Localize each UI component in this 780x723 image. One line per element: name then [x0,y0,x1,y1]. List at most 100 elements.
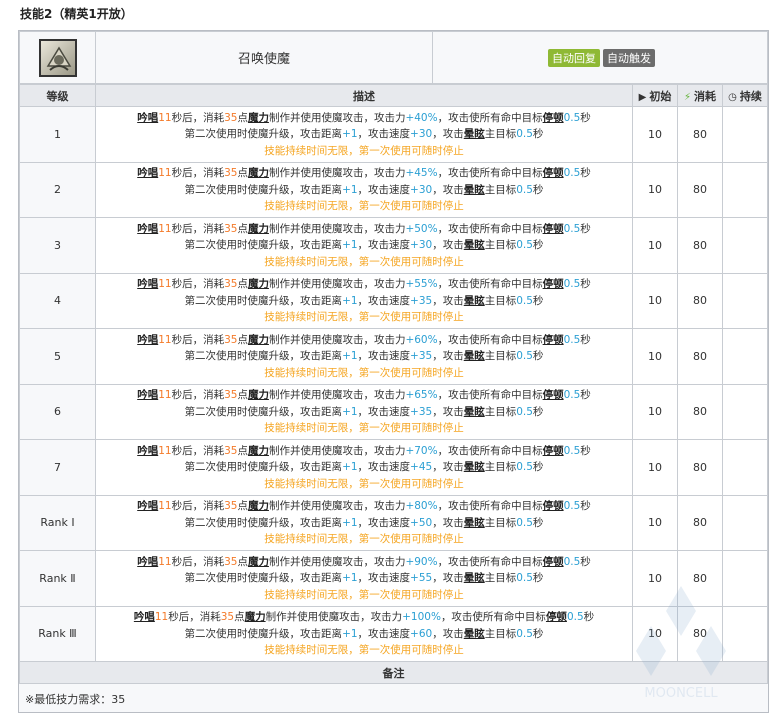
description-cell: 吟唱11秒后，消耗35点魔力制作并使用使魔攻击，攻击力+45%，攻击使所有命中目… [95,161,633,218]
watermark-text: MOONCELL [644,686,718,701]
desc-line-2: 第二次使用时使魔升级，攻击距离+1，攻击速度+35，攻击晕眩主目标0.5秒 [184,294,544,307]
desc-line-2: 第二次使用时使魔升级，攻击距离+1，攻击速度+50，攻击晕眩主目标0.5秒 [184,516,544,529]
skill-level-row: Rank Ⅲ 吟唱11秒后，消耗35点魔力制作并使用使魔攻击，攻击力+100%，攻… [19,605,768,662]
skill-level-rows: 1 吟唱11秒后，消耗35点魔力制作并使用使魔攻击，攻击力+40%，攻击使所有命中… [19,106,768,662]
skill-icon-cell [19,31,96,84]
duration-cell [722,272,768,329]
clock-icon: ◷ [728,91,737,103]
desc-line-3: 技能持续时间无限，第一次使用可随时停止 [264,255,464,268]
sp-cost-cell: 80 [677,217,723,274]
desc-line-1: 吟唱11秒后，消耗35点魔力制作并使用使魔攻击，攻击力+100%，攻击使所有命中… [133,611,595,623]
skill-level-row: Rank Ⅱ 吟唱11秒后，消耗35点魔力制作并使用使魔攻击，攻击力+90%，攻击… [19,550,768,607]
sp-cost-cell: 80 [677,106,723,163]
level-cell: 3 [19,217,96,274]
level-cell: 2 [19,161,96,218]
duration-cell [722,106,768,163]
desc-line-1: 吟唱11秒后，消耗35点魔力制作并使用使魔攻击，攻击力+40%，攻击使所有命中目… [137,111,591,124]
level-cell: Rank Ⅰ [19,494,96,551]
skill-table-wrapper: 召唤使魔 自动回复 自动触发 等级 描述 ▶ 初始 ⚡ 消耗 ◷ 持续 1 吟唱11秒后，… [18,30,769,713]
desc-line-3: 技能持续时间无限，第一次使用可随时停止 [264,144,464,157]
desc-line-3: 技能持续时间无限，第一次使用可随时停止 [264,588,464,601]
desc-line-3: 技能持续时间无限，第一次使用可随时停止 [264,477,464,490]
duration-cell [722,383,768,440]
desc-line-3: 技能持续时间无限，第一次使用可随时停止 [264,200,464,212]
initial-sp-cell: 10 [632,161,678,218]
initial-sp-cell: 10 [632,494,678,551]
desc-line-3: 技能持续时间无限，第一次使用可随时停止 [264,422,464,434]
lightning-icon: ⚡ [683,91,692,103]
initial-sp-cell: 10 [632,328,678,385]
tag-auto-trigger: 自动触发 [603,48,655,67]
description-cell: 吟唱11秒后，消耗35点魔力制作并使用使魔攻击，攻击力+55%，攻击使所有命中目… [95,272,633,329]
initial-sp-cell: 10 [632,272,678,329]
description-cell: 吟唱11秒后，消耗35点魔力制作并使用使魔攻击，攻击力+60%，攻击使所有命中目… [95,328,633,385]
level-cell: Rank Ⅲ [19,605,96,662]
skill-level-row: 2 吟唱11秒后，消耗35点魔力制作并使用使魔攻击，攻击力+45%，攻击使所有命中… [19,161,768,218]
duration-cell [722,605,768,662]
desc-line-2: 第二次使用时使魔升级，攻击距离+1，攻击速度+30，攻击晕眩主目标0.5秒 [184,239,544,251]
duration-cell [722,439,768,496]
skill-level-row: Rank Ⅰ 吟唱11秒后，消耗35点魔力制作并使用使魔攻击，攻击力+80%，攻击… [19,494,768,551]
sp-cost-cell: 80 [677,550,723,607]
summon-demon-skill-icon [38,38,77,77]
duration-cell [722,161,768,218]
skill-info-table: 召唤使魔 自动回复 自动触发 [19,31,768,84]
skill-level-row: 7 吟唱11秒后，消耗35点魔力制作并使用使魔攻击，攻击力+70%，攻击使所有命中… [19,439,768,496]
initial-sp-cell: 10 [632,217,678,274]
level-cell: 1 [19,106,96,163]
note-header: 备注 [19,661,768,684]
col-header-level: 等级 [19,84,96,107]
level-cell: 7 [19,439,96,496]
skill-level-row: 3 吟唱11秒后，消耗35点魔力制作并使用使魔攻击，攻击力+50%，攻击使所有命中… [19,217,768,274]
desc-line-1: 吟唱11秒后，消耗35点魔力制作并使用使魔攻击，攻击力+60%，攻击使所有命中目… [137,333,591,346]
description-cell: 吟唱11秒后，消耗35点魔力制作并使用使魔攻击，攻击力+65%，攻击使所有命中目… [95,383,633,440]
duration-cell [722,217,768,274]
initial-sp-cell: 10 [632,605,678,662]
sp-cost-cell: 80 [677,328,723,385]
skill-level-row: 4 吟唱11秒后，消耗35点魔力制作并使用使魔攻击，攻击力+55%，攻击使所有命中… [19,272,768,329]
table-header-row: 等级 描述 ▶ 初始 ⚡ 消耗 ◷ 持续 [19,84,768,107]
sp-cost-cell: 80 [677,383,723,440]
level-cell: 4 [19,272,96,329]
desc-line-3: 技能持续时间无限，第一次使用可随时停止 [264,644,464,656]
skill-heading: 技能2（精英1开放） [20,7,133,21]
desc-line-1: 吟唱11秒后，消耗35点魔力制作并使用使魔攻击，攻击力+50%，攻击使所有命中目… [137,222,591,235]
desc-line-1: 吟唱11秒后，消耗35点魔力制作并使用使魔攻击，攻击力+90%，攻击使所有命中目… [137,555,591,568]
sp-cost-cell: 80 [677,494,723,551]
col-header-cost: ⚡ 消耗 [677,84,723,107]
level-cell: 5 [19,328,96,385]
duration-cell [722,550,768,607]
desc-line-2: 第二次使用时使魔升级，攻击距离+1，攻击速度+30，攻击晕眩主目标0.5秒 [184,128,544,140]
duration-cell [722,494,768,551]
initial-sp-cell: 10 [632,439,678,496]
desc-line-2: 第二次使用时使魔升级，攻击距离+1，攻击速度+60，攻击晕眩主目标0.5秒 [184,627,544,640]
initial-sp-cell: 10 [632,106,678,163]
desc-line-2: 第二次使用时使魔升级，攻击距离+1，攻击速度+35，攻击晕眩主目标0.5秒 [184,350,544,362]
note-header-row: 备注 [19,661,768,684]
desc-line-1: 吟唱11秒后，消耗35点魔力制作并使用使魔攻击，攻击力+65%，攻击使所有命中目… [137,389,591,401]
duration-cell [722,328,768,385]
desc-line-1: 吟唱11秒后，消耗35点魔力制作并使用使魔攻击，攻击力+45%，攻击使所有命中目… [137,167,591,179]
skill-tags: 自动回复 自动触发 [432,31,768,84]
description-cell: 吟唱11秒后，消耗35点魔力制作并使用使魔攻击，攻击力+70%，攻击使所有命中目… [95,439,633,496]
desc-line-1: 吟唱11秒后，消耗35点魔力制作并使用使魔攻击，攻击力+55%，攻击使所有命中目… [137,278,591,290]
col-header-duration: ◷ 持续 [722,84,768,107]
col-header-desc: 描述 [95,84,633,107]
sp-cost-cell: 80 [677,161,723,218]
sp-cost-cell: 80 [677,272,723,329]
level-cell: 6 [19,383,96,440]
sp-cost-cell: 80 [677,605,723,662]
desc-line-2: 第二次使用时使魔升级，攻击距离+1，攻击速度+45，攻击晕眩主目标0.5秒 [184,461,544,473]
desc-line-2: 第二次使用时使魔升级，攻击距离+1，攻击速度+55，攻击晕眩主目标0.5秒 [184,572,544,584]
skill-level-row: 6 吟唱11秒后，消耗35点魔力制作并使用使魔攻击，攻击力+65%，攻击使所有命中… [19,383,768,440]
desc-line-2: 第二次使用时使魔升级，攻击距离+1，攻击速度+30，攻击晕眩主目标0.5秒 [184,183,544,196]
skill-summary-row: 召唤使魔 自动回复 自动触发 [19,31,768,84]
desc-line-2: 第二次使用时使魔升级，攻击距离+1，攻击速度+35，攻击晕眩主目标0.5秒 [184,405,544,418]
desc-line-3: 技能持续时间无限，第一次使用可随时停止 [264,311,464,323]
description-cell: 吟唱11秒后，消耗35点魔力制作并使用使魔攻击，攻击力+40%，攻击使所有命中目… [95,106,633,163]
col-header-init: ▶ 初始 [632,84,678,107]
description-cell: 吟唱11秒后，消耗35点魔力制作并使用使魔攻击，攻击力+100%，攻击使所有命中… [95,605,633,662]
sp-requirement-note: ※最低技力需求：35 [25,693,126,706]
description-cell: 吟唱11秒后，消耗35点魔力制作并使用使魔攻击，攻击力+80%，攻击使所有命中目… [95,494,633,551]
desc-line-3: 技能持续时间无限，第一次使用可随时停止 [264,533,464,545]
